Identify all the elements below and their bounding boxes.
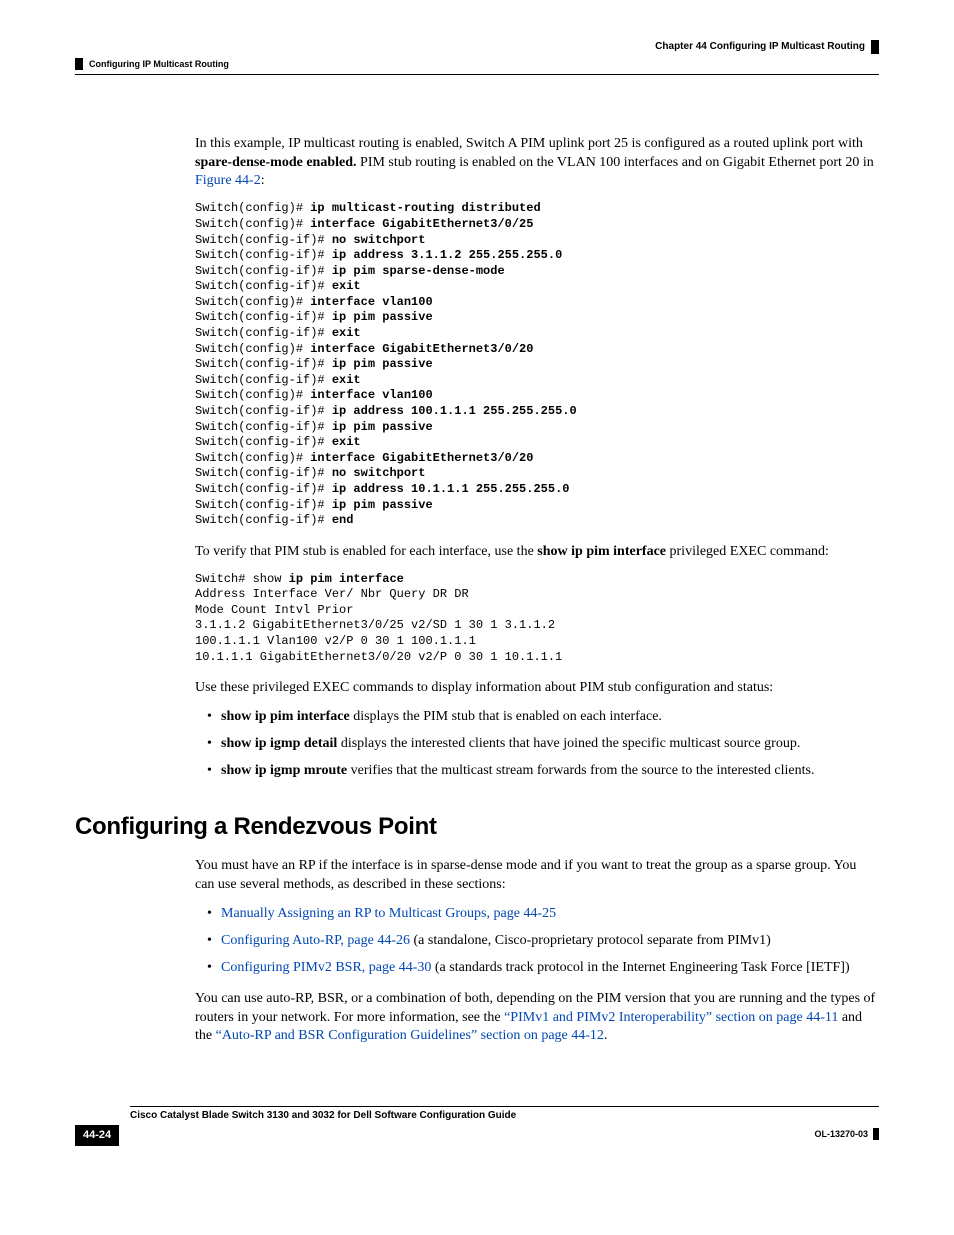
footer-rule (130, 1106, 879, 1107)
method-bullet: Configuring Auto-RP, page 44-26 (a stand… (207, 932, 879, 951)
command-bullet: show ip igmp detail displays the interes… (207, 735, 879, 754)
command-bullet: show ip igmp mroute verifies that the mu… (207, 762, 879, 781)
page-footer: Cisco Catalyst Blade Switch 3130 and 303… (75, 1106, 879, 1145)
command-bullets: show ip pim interface displays the PIM s… (195, 708, 879, 781)
method-link[interactable]: Manually Assigning an RP to Multicast Gr… (221, 906, 556, 921)
paragraph-rp-intro: You must have an RP if the interface is … (195, 857, 879, 895)
paragraph-verify: To verify that PIM stub is enabled for e… (195, 543, 879, 562)
method-link[interactable]: Configuring Auto-RP, page 44-26 (221, 933, 410, 948)
header-rule (75, 74, 879, 75)
header-chapter: Chapter 44 Configuring IP Multicast Rout… (655, 40, 879, 54)
page-header: Chapter 44 Configuring IP Multicast Rout… (75, 40, 879, 54)
page-header-left-row: Configuring IP Multicast Routing (75, 58, 879, 70)
section-heading-rendezvous: Configuring a Rendezvous Point (75, 811, 879, 843)
config-example-1: Switch(config)# ip multicast-routing dis… (195, 201, 879, 528)
method-bullet: Manually Assigning an RP to Multicast Gr… (207, 905, 879, 924)
method-bullet: Configuring PIMv2 BSR, page 44-30 (a sta… (207, 959, 879, 978)
config-example-2: Switch# show ip pim interface Address In… (195, 572, 879, 666)
paragraph-intro: In this example, IP multicast routing is… (195, 135, 879, 192)
figure-link[interactable]: Figure 44-2 (195, 173, 261, 188)
body-content: In this example, IP multicast routing is… (195, 135, 879, 1047)
command-bullet: show ip pim interface displays the PIM s… (207, 708, 879, 727)
method-bullets: Manually Assigning an RP to Multicast Gr… (195, 905, 879, 978)
guidelines-link[interactable]: “Auto-RP and BSR Configuration Guideline… (216, 1028, 604, 1043)
interop-link[interactable]: “PIMv1 and PIMv2 Interoperability” secti… (504, 1010, 838, 1025)
page-number-badge: 44-24 (75, 1125, 119, 1146)
footer-doc-id: OL-13270-03 (814, 1128, 879, 1140)
header-section: Configuring IP Multicast Routing (75, 58, 229, 70)
paragraph-commands: Use these privileged EXEC commands to di… (195, 679, 879, 698)
footer-guide-title: Cisco Catalyst Blade Switch 3130 and 303… (130, 1109, 516, 1123)
paragraph-more-info: You can use auto-RP, BSR, or a combinati… (195, 990, 879, 1047)
method-link[interactable]: Configuring PIMv2 BSR, page 44-30 (221, 960, 431, 975)
